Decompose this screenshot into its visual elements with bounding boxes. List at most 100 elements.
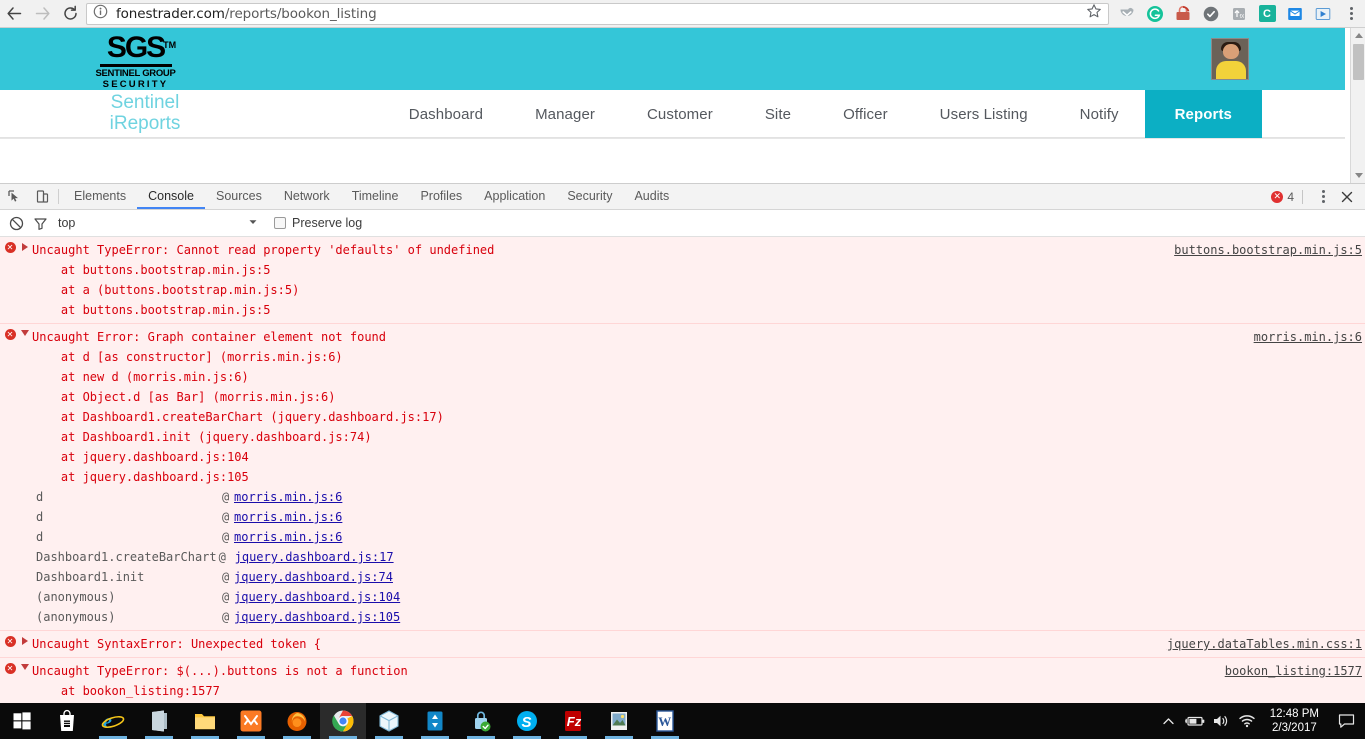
grammarly-icon[interactable] — [1141, 0, 1169, 28]
console-stack-line[interactable]: at Object.d [as Bar] (morris.min.js:6) — [0, 387, 1365, 407]
console-stack-line[interactable]: at bookon_listing:1577 — [0, 681, 1365, 701]
stack-frame-row[interactable]: Dashboard1.createBarChart @ jquery.dashb… — [18, 547, 1365, 567]
tab-security[interactable]: Security — [556, 184, 623, 209]
taskbar-clock[interactable]: 12:48 PM 2/3/2017 — [1260, 707, 1329, 735]
battery-button[interactable] — [1182, 703, 1208, 739]
stack-frame-link[interactable]: jquery.dashboard.js:105 — [234, 607, 400, 627]
preserve-log-checkbox[interactable] — [274, 217, 286, 229]
console-message-source-link[interactable]: buttons.bootstrap.min.js:5 — [1174, 240, 1362, 260]
scroll-up-arrow-icon[interactable] — [1351, 28, 1365, 43]
console-stack-line[interactable]: at buttons.bootstrap.min.js:5 — [0, 300, 1365, 320]
taskbar-item-filezilla[interactable]: Fz — [550, 703, 596, 739]
user-avatar[interactable] — [1211, 38, 1249, 80]
stack-frame-row[interactable]: d @ morris.min.js:6 — [18, 487, 1365, 507]
nav-item-dashboard[interactable]: Dashboard — [383, 90, 509, 138]
expand-arrow-icon[interactable] — [18, 634, 32, 645]
console-message-source-link[interactable]: jquery.dataTables.min.css:1 — [1167, 634, 1362, 654]
taskbar-item-word[interactable]: W — [642, 703, 688, 739]
address-bar[interactable]: fonestrader.com/reports/bookon_listing — [86, 2, 1109, 25]
nav-item-customer[interactable]: Customer — [621, 90, 739, 138]
error-count-badge[interactable]: ✕ 4 — [1271, 190, 1302, 204]
tab-console[interactable]: Console — [137, 184, 205, 209]
forward-button[interactable] — [28, 0, 56, 28]
start-button[interactable] — [0, 703, 44, 739]
collapse-arrow-icon[interactable] — [18, 661, 32, 670]
tab-application[interactable]: Application — [473, 184, 556, 209]
console-stack-line[interactable]: at Dashboard1.createBarChart (jquery.das… — [0, 407, 1365, 427]
console-message-source-link[interactable]: morris.min.js:6 — [1254, 327, 1362, 347]
translate-icon[interactable]: fX — [1225, 0, 1253, 28]
taskbar-item-teamviewer[interactable] — [412, 703, 458, 739]
nav-item-officer[interactable]: Officer — [817, 90, 914, 138]
scroll-down-arrow-icon[interactable] — [1351, 168, 1365, 183]
nav-item-manager[interactable]: Manager — [509, 90, 621, 138]
devtools-more-button[interactable] — [1311, 185, 1335, 209]
taskbar-item-photos[interactable] — [596, 703, 642, 739]
taskbar-item-onenote[interactable] — [136, 703, 182, 739]
scrollbar-thumb[interactable] — [1353, 44, 1364, 80]
console-message[interactable]: ✕ Uncaught SyntaxError: Unexpected token… — [0, 631, 1365, 658]
inspect-element-icon[interactable] — [0, 184, 28, 209]
console-stack-line[interactable]: at d [as constructor] (morris.min.js:6) — [0, 347, 1365, 367]
console-stack-line[interactable]: at Dashboard1.init (jquery.dashboard.js:… — [0, 427, 1365, 447]
show-hidden-icons-button[interactable] — [1156, 703, 1182, 739]
stack-frame-row[interactable]: Dashboard1.init @ jquery.dashboard.js:74 — [18, 567, 1365, 587]
back-button[interactable] — [0, 0, 28, 28]
tab-profiles[interactable]: Profiles — [409, 184, 473, 209]
console-stack-line[interactable]: at buttons.bootstrap.min.js:5 — [0, 260, 1365, 280]
email-extractor-icon[interactable] — [1281, 0, 1309, 28]
pocket-icon[interactable] — [1113, 0, 1141, 28]
nav-item-reports[interactable]: Reports — [1144, 90, 1262, 138]
taskbar-item-lockdown[interactable] — [458, 703, 504, 739]
tab-network[interactable]: Network — [273, 184, 341, 209]
taskbar-item-file-explorer[interactable] — [182, 703, 228, 739]
taskbar-item-skype[interactable]: S — [504, 703, 550, 739]
stack-frame-link[interactable]: jquery.dashboard.js:104 — [234, 587, 400, 607]
preserve-log-toggle[interactable]: Preserve log — [274, 216, 362, 230]
devtools-close-button[interactable] — [1335, 185, 1359, 209]
bookmark-star-icon[interactable] — [1086, 3, 1102, 24]
stack-frame-link[interactable]: morris.min.js:6 — [234, 487, 342, 507]
taskbar-item-internet-explorer[interactable]: e — [90, 703, 136, 739]
lastpass-icon[interactable] — [1169, 0, 1197, 28]
stack-frame-link[interactable]: morris.min.js:6 — [234, 507, 342, 527]
video-downloader-icon[interactable] — [1309, 0, 1337, 28]
console-output[interactable]: ✕ Uncaught TypeError: Cannot read proper… — [0, 237, 1365, 703]
nav-item-users-listing[interactable]: Users Listing — [914, 90, 1054, 138]
tab-sources[interactable]: Sources — [205, 184, 273, 209]
execution-context-select[interactable]: top — [58, 216, 258, 230]
colorzilla-icon[interactable]: C — [1253, 0, 1281, 28]
volume-button[interactable] — [1208, 703, 1234, 739]
clear-console-button[interactable] — [4, 211, 28, 235]
reload-button[interactable] — [56, 0, 84, 28]
stack-frame-row[interactable]: (anonymous) @ jquery.dashboard.js:104 — [18, 587, 1365, 607]
nav-item-notify[interactable]: Notify — [1054, 90, 1145, 138]
taskbar-item-firefox[interactable] — [274, 703, 320, 739]
stack-frame-link[interactable]: jquery.dashboard.js:74 — [234, 567, 393, 587]
network-button[interactable] — [1234, 703, 1260, 739]
stack-frame-row[interactable]: d @ morris.min.js:6 — [18, 527, 1365, 547]
taskbar-item-chrome[interactable] — [320, 703, 366, 739]
filter-button[interactable] — [28, 211, 52, 235]
console-stack-line[interactable]: at new d (morris.min.js:6) — [0, 367, 1365, 387]
action-center-button[interactable] — [1329, 703, 1363, 739]
collapse-arrow-icon[interactable] — [18, 327, 32, 336]
expand-arrow-icon[interactable] — [18, 240, 32, 251]
taskbar-item-store[interactable] — [44, 703, 90, 739]
stack-frame-row[interactable]: (anonymous) @ jquery.dashboard.js:105 — [18, 607, 1365, 627]
toggle-device-toolbar-icon[interactable] — [28, 184, 56, 209]
console-message[interactable]: ✕ Uncaught TypeError: Cannot read proper… — [0, 237, 1365, 324]
taskbar-item-sketchup[interactable] — [366, 703, 412, 739]
console-message[interactable]: ✕ Uncaught Error: Graph container elemen… — [0, 324, 1365, 631]
tab-audits[interactable]: Audits — [623, 184, 680, 209]
console-stack-line[interactable]: at jquery.dashboard.js:104 — [0, 447, 1365, 467]
stack-frame-row[interactable]: d @ morris.min.js:6 — [18, 507, 1365, 527]
site-info-icon[interactable] — [93, 4, 108, 24]
console-stack-line[interactable]: at jquery.dashboard.js:105 — [0, 467, 1365, 487]
stack-frame-link[interactable]: jquery.dashboard.js:17 — [235, 547, 394, 567]
page-scrollbar[interactable] — [1350, 28, 1365, 183]
stack-frame-link[interactable]: morris.min.js:6 — [234, 527, 342, 547]
tab-timeline[interactable]: Timeline — [341, 184, 410, 209]
tab-elements[interactable]: Elements — [63, 184, 137, 209]
taskbar-item-xampp[interactable] — [228, 703, 274, 739]
